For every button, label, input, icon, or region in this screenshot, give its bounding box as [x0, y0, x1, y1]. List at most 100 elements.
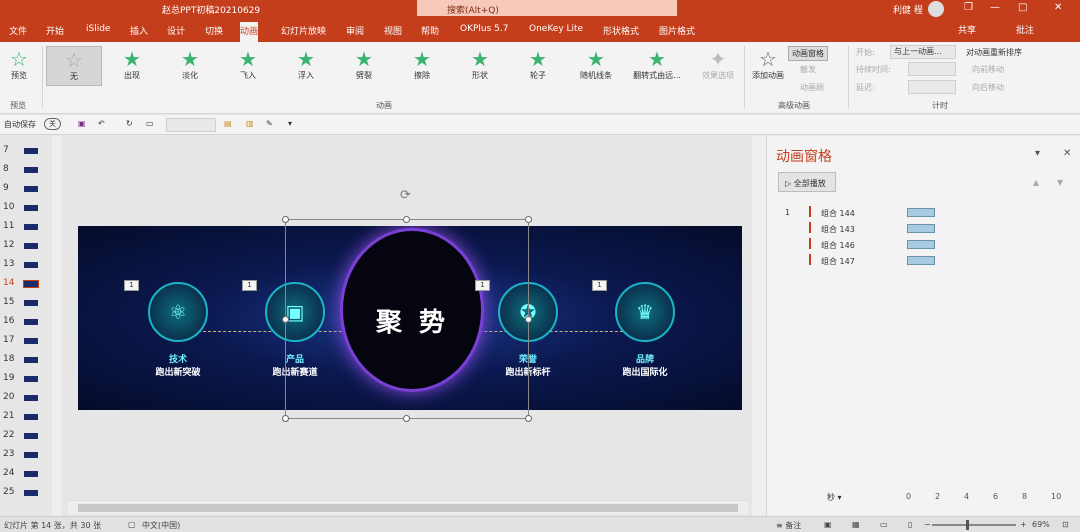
animation-fly-in[interactable]: ★ 飞入 [220, 46, 276, 81]
shapes-icon[interactable]: ▤ [224, 119, 232, 128]
present-icon[interactable]: ▭ [146, 119, 154, 128]
animation-split[interactable]: ★ 劈裂 [336, 46, 392, 81]
animation-none[interactable]: ☆ 无 [46, 46, 102, 86]
animation-wheel[interactable]: ★ 轮子 [510, 46, 566, 81]
language-status[interactable]: 中文(中国) [142, 520, 180, 531]
slide-sorter-icon[interactable]: ▦ [852, 520, 860, 529]
save-icon[interactable]: ▣ [78, 119, 86, 128]
animation-fade[interactable]: ★ 淡化 [162, 46, 218, 81]
tab-insert[interactable]: 插入 [130, 24, 148, 37]
animation-list-item[interactable]: 组合 147 [781, 254, 941, 270]
animation-tag[interactable]: 1 [242, 280, 257, 291]
tab-review[interactable]: 审阅 [346, 24, 364, 37]
accessibility-icon[interactable]: ▢ [128, 520, 136, 529]
delay-field[interactable] [908, 80, 956, 94]
preview-button[interactable]: ☆ 预览 [2, 46, 36, 81]
resize-handle[interactable] [282, 216, 289, 223]
animation-shape[interactable]: ★ 形状 [452, 46, 508, 81]
maximize-button[interactable]: □ [1018, 2, 1027, 13]
canvas-vertical-scrollbar[interactable] [752, 136, 766, 516]
animation-random-bars[interactable]: ★ 随机线条 [568, 46, 624, 81]
crown-icon[interactable]: ♛ [615, 282, 675, 342]
timing-bar[interactable] [907, 224, 935, 233]
tab-view[interactable]: 视图 [384, 24, 402, 37]
tab-onekey[interactable]: OneKey Lite [529, 24, 583, 34]
normal-view-icon[interactable]: ▣ [824, 520, 832, 529]
resize-handle[interactable] [403, 415, 410, 422]
animation-list-item[interactable]: 组合 143 [781, 222, 941, 238]
zoom-level[interactable]: 69% [1032, 520, 1050, 529]
move-later-button[interactable]: 向后移动 [972, 82, 1004, 93]
trigger-button[interactable]: 触发 [800, 64, 816, 75]
tab-help[interactable]: 帮助 [421, 24, 439, 37]
zoom-slider-knob[interactable] [966, 520, 969, 530]
thumbnail-scrollbar[interactable] [52, 136, 62, 516]
pane-close-icon[interactable]: ✕ [1063, 148, 1071, 159]
effect-options-button[interactable]: ✦ 效果选项 [696, 46, 740, 81]
animation-grow-turn[interactable]: ★ 翻转式由远... [626, 46, 688, 81]
add-animation-button[interactable]: ☆ 添加动画 [748, 46, 788, 81]
animation-list-item[interactable]: 1 组合 144 [781, 206, 941, 222]
move-down-icon[interactable]: ▼ [1057, 178, 1063, 187]
play-all-button[interactable]: ▷ 全部播放 [778, 172, 836, 192]
resize-handle[interactable] [282, 316, 289, 323]
tab-picture-format[interactable]: 图片格式 [659, 24, 695, 37]
resize-handle[interactable] [282, 415, 289, 422]
document-title[interactable]: 赵总PPT初稿20210629 [162, 3, 260, 16]
canvas-horizontal-scrollbar[interactable] [68, 500, 748, 514]
tab-transitions[interactable]: 切换 [205, 24, 223, 37]
customize-qat-icon[interactable]: ▾ [288, 119, 292, 128]
selection-box[interactable] [285, 219, 529, 419]
time-unit-dropdown[interactable]: 秒 ▾ [827, 492, 842, 503]
resize-handle[interactable] [525, 415, 532, 422]
arrange-icon[interactable]: ▥ [246, 119, 254, 128]
notes-button[interactable]: ≡ 备注 [776, 520, 801, 531]
zoom-out-icon[interactable]: − [924, 520, 931, 529]
slideshow-icon[interactable]: ▯ [908, 520, 912, 529]
move-earlier-button[interactable]: 向前移动 [972, 64, 1004, 75]
undo-icon[interactable]: ↶ [98, 119, 105, 128]
resize-handle[interactable] [525, 216, 532, 223]
scroll-thumb[interactable] [78, 504, 738, 512]
animation-painter-button[interactable]: 动画刷 [800, 82, 824, 93]
font-size-dropdown[interactable] [166, 118, 216, 132]
redo-icon[interactable]: ↻ [126, 119, 133, 128]
duration-field[interactable] [908, 62, 956, 76]
autosave-toggle[interactable]: 关 [44, 118, 61, 130]
tab-islide[interactable]: iSlide [86, 24, 110, 34]
tab-home[interactable]: 开始 [46, 24, 64, 37]
ribbon-display-icon[interactable]: ❐ [964, 2, 973, 13]
animation-pane-button[interactable]: 动画窗格 [788, 46, 828, 61]
tab-file[interactable]: 文件 [9, 24, 27, 37]
zoom-slider[interactable] [932, 524, 1016, 526]
start-dropdown[interactable]: 与上一动画... [890, 45, 956, 59]
rotate-handle-icon[interactable]: ⟳ [400, 188, 411, 203]
tab-slideshow[interactable]: 幻灯片放映 [281, 24, 326, 37]
timing-bar[interactable] [907, 208, 935, 217]
animation-tag[interactable]: 1 [124, 280, 139, 291]
minimize-button[interactable]: — [990, 2, 1000, 13]
search-box[interactable]: 搜索(Alt+Q) [417, 0, 677, 16]
animation-wipe[interactable]: ★ 擦除 [394, 46, 450, 81]
atom-icon[interactable]: ⚛ [148, 282, 208, 342]
fit-to-window-icon[interactable]: ⊡ [1062, 520, 1069, 529]
reading-view-icon[interactable]: ▭ [880, 520, 888, 529]
animation-list-item[interactable]: 组合 146 [781, 238, 941, 254]
share-button[interactable]: 共享 [958, 23, 976, 36]
tab-animations[interactable]: 动画 [240, 22, 259, 42]
timing-bar[interactable] [907, 256, 935, 265]
tab-design[interactable]: 设计 [167, 24, 185, 37]
tab-okplus[interactable]: OKPlus 5.7 [460, 24, 508, 34]
tab-shape-format[interactable]: 形状格式 [603, 24, 639, 37]
animation-tag[interactable]: 1 [592, 280, 607, 291]
zoom-in-icon[interactable]: + [1020, 520, 1027, 529]
timing-bar[interactable] [907, 240, 935, 249]
pane-options-icon[interactable]: ▾ [1035, 148, 1040, 159]
comments-button[interactable]: 批注 [1016, 23, 1034, 36]
timeline-ruler[interactable]: 0 2 4 6 8 10 [892, 492, 1062, 504]
animation-appear[interactable]: ★ 出现 [104, 46, 160, 81]
format-painter-icon[interactable]: ✎ [266, 119, 273, 128]
resize-handle[interactable] [525, 316, 532, 323]
resize-handle[interactable] [403, 216, 410, 223]
animation-float-in[interactable]: ★ 浮入 [278, 46, 334, 81]
